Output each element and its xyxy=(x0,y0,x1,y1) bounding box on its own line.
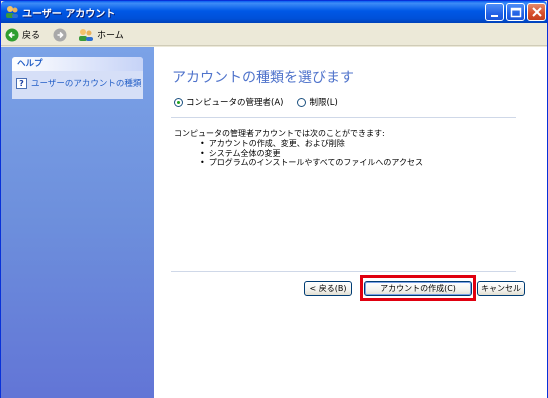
forward-arrow-icon xyxy=(53,28,67,41)
page-title: アカウントの種類を選びます xyxy=(172,70,354,86)
cancel-button[interactable]: キャンセル xyxy=(477,281,525,296)
back-arrow-icon xyxy=(5,28,19,41)
help-title: ヘルプ xyxy=(12,57,143,71)
minimize-icon xyxy=(491,15,498,17)
sidebar-item-label: ユーザーのアカウントの種類 xyxy=(31,79,142,89)
maximize-icon xyxy=(510,7,522,18)
minimize-button[interactable] xyxy=(485,3,504,21)
window-title: ユーザー アカウント xyxy=(22,9,116,20)
account-type-options: コンピュータの管理者(A) 制限(L) xyxy=(174,96,352,108)
help-icon: ? xyxy=(16,77,27,89)
title-bar[interactable]: ユーザー アカウント xyxy=(1,1,547,23)
users-home-icon xyxy=(79,28,93,41)
back-button[interactable]: 戻る xyxy=(5,26,40,43)
radio-limited[interactable] xyxy=(297,97,307,107)
close-icon xyxy=(532,7,542,17)
divider xyxy=(171,271,516,272)
list-item: システム全体の変更 xyxy=(200,149,423,159)
highlight-box xyxy=(360,275,476,301)
users-icon xyxy=(6,6,18,18)
toolbar: 戻る ホーム xyxy=(1,23,547,46)
home-label: ホーム xyxy=(97,31,124,41)
list-item: アカウントの作成、変更、および削除 xyxy=(200,139,423,149)
list-item: プログラムのインストールやすべてのファイルへのアクセス xyxy=(200,158,423,168)
back-label: 戻る xyxy=(22,31,41,41)
user-accounts-window: ユーザー アカウント 戻る ホーム ヘルプ ? ユーザーのアカウントの種類 アカ… xyxy=(0,0,548,398)
radio-limited-label[interactable]: 制限(L) xyxy=(309,96,337,108)
divider xyxy=(171,117,516,118)
capabilities-list: アカウントの作成、変更、および削除 システム全体の変更 プログラムのインストール… xyxy=(200,139,423,168)
close-button[interactable] xyxy=(527,3,546,21)
back-step-button[interactable]: < 戻る(B) xyxy=(304,281,352,296)
radio-administrator[interactable] xyxy=(174,97,183,107)
description-text: コンピュータの管理者アカウントでは次のことができます: xyxy=(174,129,385,138)
help-panel: ヘルプ ? ユーザーのアカウントの種類 xyxy=(12,57,143,99)
forward-button[interactable] xyxy=(53,26,67,43)
home-button[interactable]: ホーム xyxy=(78,26,124,43)
sidebar-item-account-types[interactable]: ? ユーザーのアカウントの種類 xyxy=(16,77,141,89)
sidebar: ヘルプ ? ユーザーのアカウントの種類 xyxy=(1,47,154,398)
radio-administrator-label[interactable]: コンピュータの管理者(A) xyxy=(186,96,283,108)
maximize-button[interactable] xyxy=(506,3,525,21)
main-panel: アカウントの種類を選びます コンピュータの管理者(A) 制限(L) コンピュータ… xyxy=(154,47,547,398)
